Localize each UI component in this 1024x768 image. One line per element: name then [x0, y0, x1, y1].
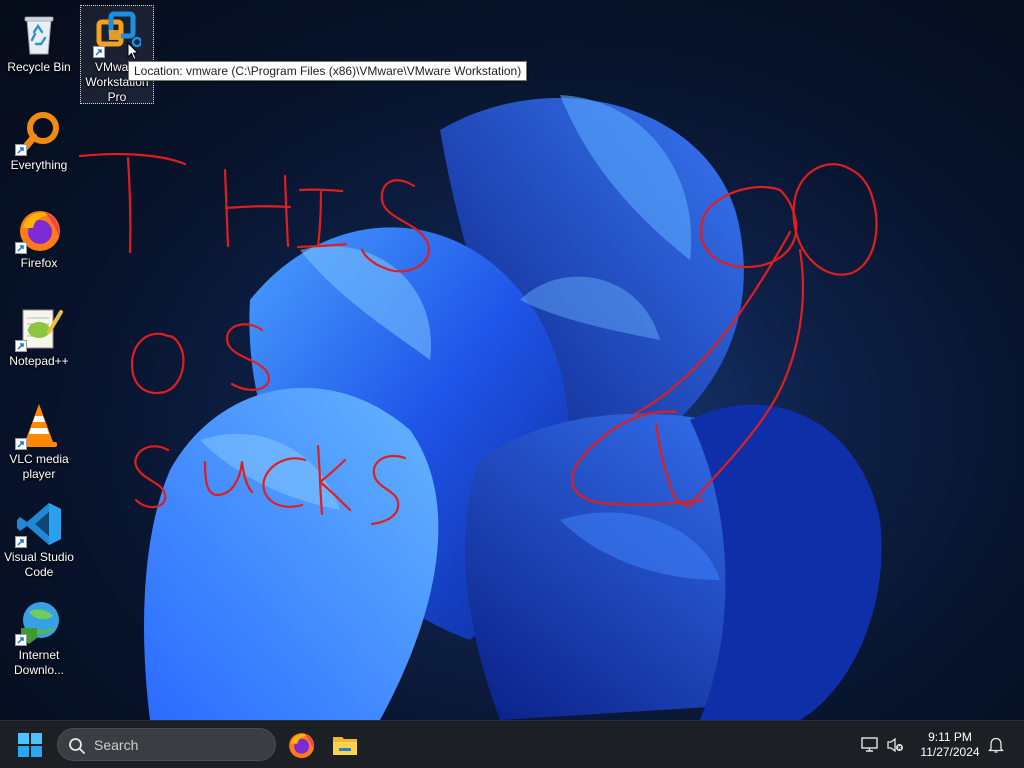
network-icon[interactable]	[861, 737, 879, 758]
firefox-icon	[15, 206, 63, 254]
file-explorer-icon	[333, 737, 357, 755]
internet-download-manager-icon	[15, 598, 63, 646]
windows-logo-icon	[18, 733, 42, 757]
clock-date: 11/27/2024	[920, 745, 980, 759]
shortcut-arrow-icon	[15, 144, 27, 156]
notepad-plus-plus-icon	[15, 304, 63, 352]
clock-time: 9:11 PM	[928, 730, 972, 744]
recycle-bin-icon	[15, 10, 63, 58]
taskbar-app-firefox[interactable]	[286, 730, 316, 760]
desktop-icon-firefox[interactable]: Firefox	[2, 202, 76, 271]
shortcut-arrow-icon	[15, 438, 27, 450]
icon-label: Visual Studio Code	[4, 550, 74, 579]
search-placeholder: Search	[94, 737, 139, 753]
desktop-icon-recycle-bin[interactable]: Recycle Bin	[2, 6, 76, 75]
firefox-icon	[289, 733, 315, 759]
notification-bell-icon[interactable]	[987, 736, 1005, 759]
icon-label: Recycle Bin	[7, 60, 71, 74]
start-button[interactable]	[18, 733, 42, 757]
desktop[interactable]: Recycle Bin VMware Workstation Pro Every…	[0, 0, 1024, 720]
icon-label: Firefox	[20, 256, 58, 270]
taskbar-clock[interactable]: 9:11 PM 11/27/2024	[905, 730, 995, 760]
mouse-cursor-icon	[127, 42, 139, 61]
search-icon	[69, 738, 85, 754]
taskbar: Search 9:11 PM 11/27/2024	[0, 720, 1024, 768]
wallpaper-bloom	[144, 95, 882, 720]
desktop-icon-internet-download-manager[interactable]: Internet Downlo...	[2, 594, 76, 678]
desktop-icon-everything[interactable]: Everything	[2, 104, 76, 173]
shortcut-arrow-icon	[15, 536, 27, 548]
volume-muted-icon[interactable]	[886, 737, 904, 758]
vscode-icon	[15, 500, 63, 548]
shortcut-arrow-icon	[15, 340, 27, 352]
desktop-icon-vlc[interactable]: VLC media player	[2, 398, 76, 482]
desktop-icon-vmware-workstation[interactable]: VMware Workstation Pro	[80, 5, 154, 104]
icon-label: VLC media player	[9, 452, 69, 481]
shortcut-arrow-icon	[93, 46, 105, 58]
everything-search-icon	[15, 108, 63, 156]
desktop-icon-vscode[interactable]: Visual Studio Code	[2, 496, 76, 580]
shortcut-arrow-icon	[15, 634, 27, 646]
taskbar-app-file-explorer[interactable]	[330, 730, 360, 760]
taskbar-search-box[interactable]: Search	[57, 728, 276, 761]
shortcut-arrow-icon	[15, 242, 27, 254]
icon-label: Internet Downlo...	[13, 648, 65, 677]
desktop-icon-notepad-plus-plus[interactable]: Notepad++	[2, 300, 76, 369]
icon-label: Everything	[10, 158, 68, 172]
vlc-icon	[15, 402, 63, 450]
icon-label: Notepad++	[9, 354, 69, 368]
location-tooltip: Location: vmware (C:\Program Files (x86)…	[128, 61, 528, 81]
